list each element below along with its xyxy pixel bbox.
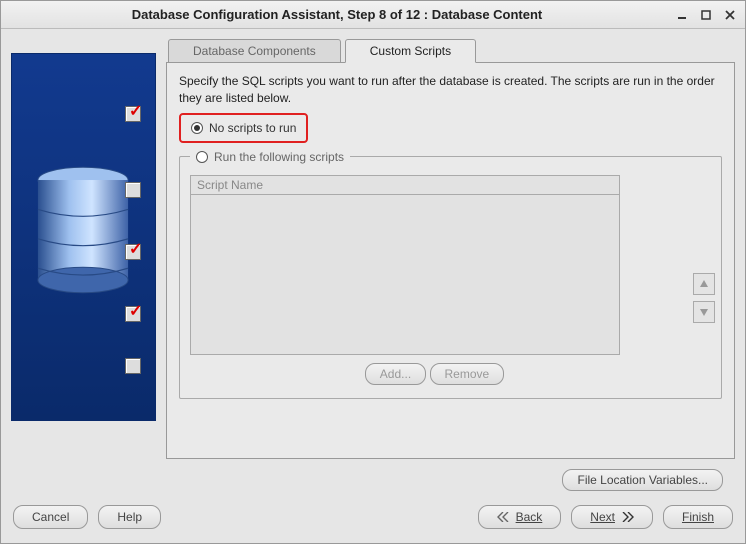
titlebar: Database Configuration Assistant, Step 8… [1, 1, 745, 29]
help-button[interactable]: Help [98, 505, 161, 529]
instruction-text: Specify the SQL scripts you want to run … [179, 73, 722, 107]
checkmark-icon: ✓ [129, 239, 142, 259]
script-list: Script Name [190, 175, 620, 355]
step-checkbox-1: ✓ [125, 106, 141, 122]
file-location-button[interactable]: File Location Variables... [562, 469, 723, 491]
window: Database Configuration Assistant, Step 8… [0, 0, 746, 544]
tab-strip: Database Components Custom Scripts [168, 39, 735, 62]
checkmark-icon: ✓ [129, 301, 142, 321]
maximize-icon[interactable] [697, 7, 715, 23]
radio-run-scripts[interactable]: Run the following scripts [194, 147, 346, 167]
tab-panel-custom-scripts: Specify the SQL scripts you want to run … [166, 62, 735, 459]
reorder-buttons [693, 273, 715, 323]
move-down-button[interactable] [693, 301, 715, 323]
script-list-header: Script Name [191, 176, 619, 195]
content-area: ✓✓✓ Database Components Custom Scripts S… [1, 29, 745, 495]
step-checkbox-3: ✓ [125, 244, 141, 260]
back-button[interactable]: Back [478, 505, 562, 529]
minimize-icon[interactable] [673, 7, 691, 23]
wizard-sidebar: ✓✓✓ [11, 53, 156, 421]
radio-no-scripts[interactable]: No scripts to run [189, 118, 298, 138]
close-icon[interactable] [721, 7, 739, 23]
cancel-button[interactable]: Cancel [13, 505, 88, 529]
radio-icon [191, 122, 203, 134]
main-panel: Database Components Custom Scripts Speci… [166, 39, 735, 491]
move-up-button[interactable] [693, 273, 715, 295]
step-checkbox-2 [125, 182, 141, 198]
radio-icon [196, 151, 208, 163]
tab-custom-scripts[interactable]: Custom Scripts [345, 39, 476, 63]
window-title: Database Configuration Assistant, Step 8… [7, 7, 667, 22]
database-icon [34, 166, 132, 294]
checkmark-icon: ✓ [129, 101, 142, 121]
radio-label: Run the following scripts [214, 150, 344, 164]
chevron-right-icon [620, 512, 634, 522]
add-button[interactable]: Add... [365, 363, 426, 385]
tab-database-components[interactable]: Database Components [168, 39, 341, 62]
footer-bar: Cancel Help Back Next Finish [1, 495, 745, 543]
chevron-left-icon [497, 512, 511, 522]
step-checkbox-4: ✓ [125, 306, 141, 322]
step-checkbox-5 [125, 358, 141, 374]
finish-button[interactable]: Finish [663, 505, 733, 529]
remove-button[interactable]: Remove [430, 363, 505, 385]
highlight-box: No scripts to run [179, 113, 308, 143]
next-button[interactable]: Next [571, 505, 653, 529]
scripts-fieldset: Run the following scripts Script Name Ad… [179, 147, 722, 399]
radio-label: No scripts to run [209, 121, 296, 135]
